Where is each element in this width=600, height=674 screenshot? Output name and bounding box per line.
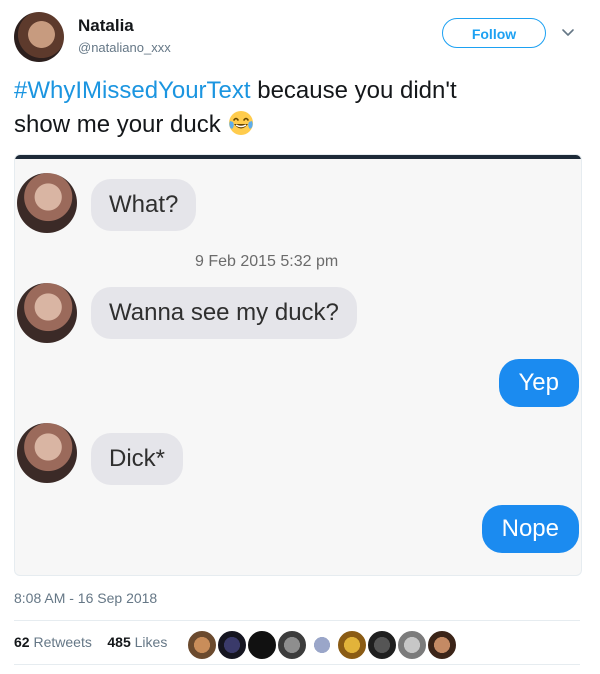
tweet-stats: 62 Retweets 485 Likes [14,634,167,650]
liker-avatar[interactable] [216,629,248,661]
tweet-text-line2: show me your duck [14,111,221,138]
retweets-count: 62 [14,634,30,650]
tweet-media-image[interactable]: What? 9 Feb 2015 5:32 pm Wanna see my du… [14,154,582,576]
liker-avatar[interactable] [276,629,308,661]
media-top-bar [15,155,581,159]
message-bubble-incoming: What? [91,179,197,231]
display-name[interactable]: Natalia [78,16,134,36]
tweet-timestamp[interactable]: 8:08 AM - 16 Sep 2018 [14,590,157,606]
message-bubble-incoming: Dick* [91,433,184,485]
message-bubble-outgoing: Yep [498,359,579,407]
liker-avatar[interactable] [306,629,338,661]
divider [14,664,580,665]
chat-avatar [17,283,77,343]
message-bubble-incoming: Wanna see my duck? [91,287,357,339]
liker-avatar[interactable] [396,629,428,661]
liker-avatar[interactable] [366,629,398,661]
face-with-tears-of-joy-icon [229,111,254,135]
retweets-label: Retweets [33,634,92,650]
liker-avatar[interactable] [246,629,278,661]
chat-avatar [17,173,77,233]
likes-label: Likes [134,634,168,650]
tweet-text-part: because you didn't [250,77,457,104]
follow-button[interactable]: Follow [442,18,546,48]
handle[interactable]: @nataliano_xxx [78,40,171,55]
likes-count: 485 [107,634,131,650]
retweets-stat[interactable]: 62 Retweets [14,634,92,650]
divider [14,620,580,621]
avatar[interactable] [14,12,64,62]
likes-stat[interactable]: 485 Likes [107,634,167,650]
chat-timestamp: 9 Feb 2015 5:32 pm [195,253,339,270]
hashtag-link[interactable]: #WhyIMissedYourText [14,77,251,104]
chevron-down-icon[interactable] [560,24,576,40]
liker-avatar[interactable] [426,629,458,661]
message-bubble-outgoing: Nope [481,505,579,553]
tweet-text: #WhyIMissedYourText because you didn't s… [14,74,574,142]
liker-avatar[interactable] [186,629,218,661]
tweet-header: Natalia @nataliano_xxx Follow [14,12,586,64]
liker-avatar[interactable] [336,629,368,661]
chat-avatar [17,423,77,483]
